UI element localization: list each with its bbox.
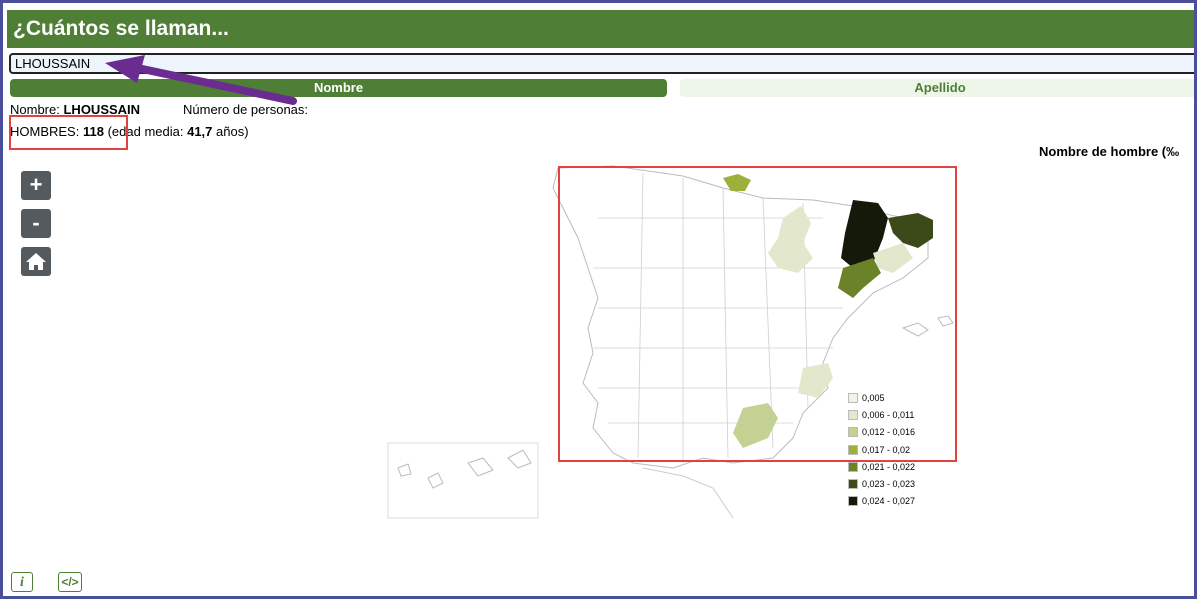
tab-apellido[interactable]: Apellido [680, 79, 1194, 97]
map-legend: 0,005 0,006 - 0,011 0,012 - 0,016 0,017 … [848, 389, 915, 510]
legend-label: 0,012 - 0,016 [862, 427, 916, 438]
legend-item: 0,024 - 0,027 [848, 493, 915, 510]
legend-item: 0,006 - 0,011 [848, 406, 915, 423]
legend-swatch [848, 409, 858, 420]
zoom-out-label: - [32, 210, 40, 235]
embed-icon: </> [61, 575, 79, 589]
home-icon [26, 253, 46, 270]
canary-islands [397, 449, 532, 489]
legend-swatch [848, 479, 858, 490]
legend-item: 0,021 - 0,022 [848, 458, 915, 475]
legend-label: 0,021 - 0,022 [862, 461, 916, 472]
zoom-out-button[interactable]: - [21, 209, 51, 238]
legend-swatch [848, 444, 858, 455]
zoom-in-button[interactable]: + [21, 171, 51, 200]
embed-button[interactable]: </> [58, 572, 82, 592]
legend-label: 0,023 - 0,023 [862, 479, 916, 490]
legend-label: 0,006 - 0,011 [862, 409, 915, 420]
page-title: ¿Cuántos se llaman... [7, 10, 1194, 48]
legend-label: 0,005 [862, 392, 885, 403]
edad-suffix: años) [216, 124, 249, 139]
legend-swatch [848, 392, 858, 403]
legend-item: 0,023 - 0,023 [848, 475, 915, 492]
info-icon: i [20, 575, 24, 590]
zoom-in-label: + [29, 172, 43, 197]
legend-item: 0,005 [848, 389, 915, 406]
legend-swatch [848, 427, 858, 438]
edad-value: 41,7 [187, 124, 213, 139]
hombres-highlight-box [9, 115, 128, 150]
legend-swatch [848, 461, 858, 472]
legend-item: 0,012 - 0,016 [848, 424, 915, 441]
map-title: Nombre de hombre (‰ [1039, 144, 1180, 159]
legend-item: 0,017 - 0,02 [848, 441, 915, 458]
app-frame: ¿Cuántos se llaman... LHOUSSAIN Nombre A… [0, 0, 1197, 599]
annotation-arrow [105, 55, 297, 105]
legend-label: 0,024 - 0,027 [862, 496, 916, 507]
info-button[interactable]: i [11, 572, 33, 592]
north-africa-coast [642, 467, 734, 519]
legend-swatch [848, 496, 858, 507]
legend-label: 0,017 - 0,02 [862, 444, 911, 455]
home-button[interactable] [21, 247, 51, 276]
